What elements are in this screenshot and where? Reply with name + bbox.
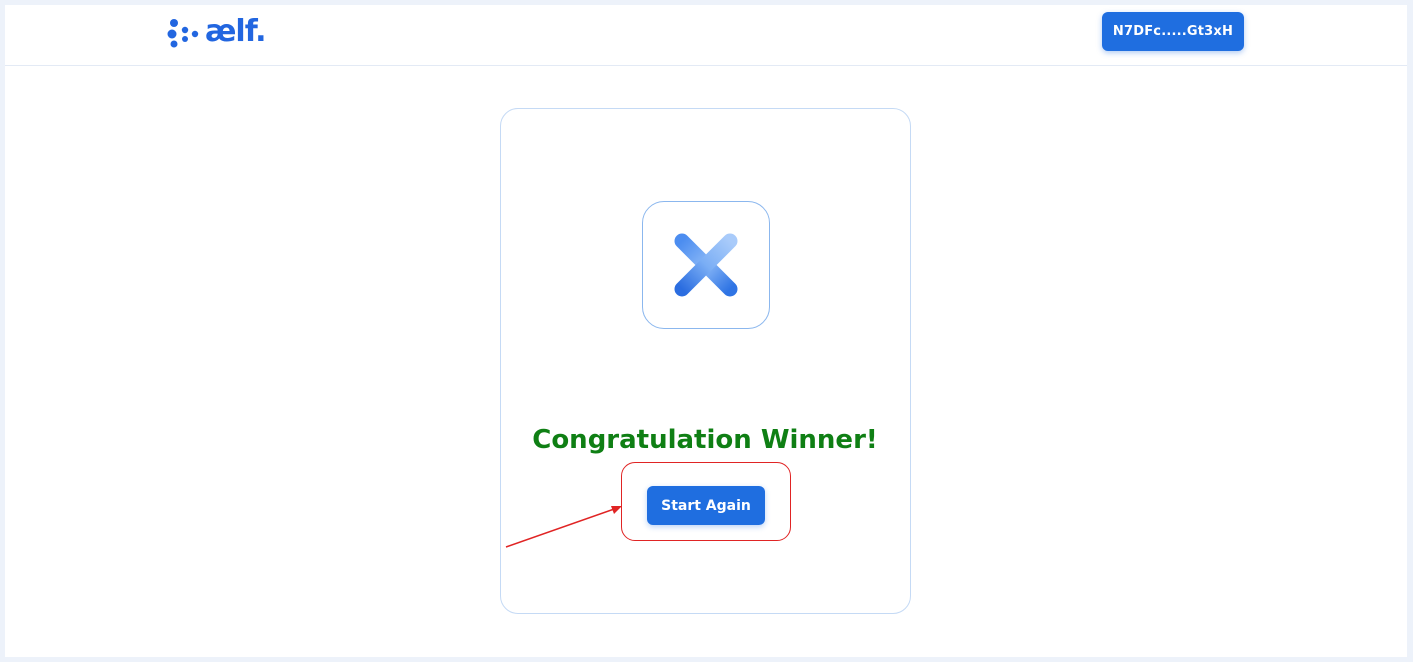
aelf-logo-text: ælf. (205, 13, 267, 49)
annotation-highlight-box (621, 462, 791, 541)
close-icon (674, 233, 738, 297)
app-frame: ælf. N7DFc.....Gt3xH Congratulation Winn… (5, 5, 1407, 657)
result-icon-tile (642, 201, 770, 329)
header: ælf. N7DFc.....Gt3xH (5, 5, 1407, 66)
winner-title: Congratulation Winner! (532, 425, 878, 455)
aelf-logo-icon (167, 19, 199, 48)
aelf-logo[interactable]: ælf. (167, 13, 267, 51)
wallet-address-button[interactable]: N7DFc.....Gt3xH (1102, 12, 1244, 51)
